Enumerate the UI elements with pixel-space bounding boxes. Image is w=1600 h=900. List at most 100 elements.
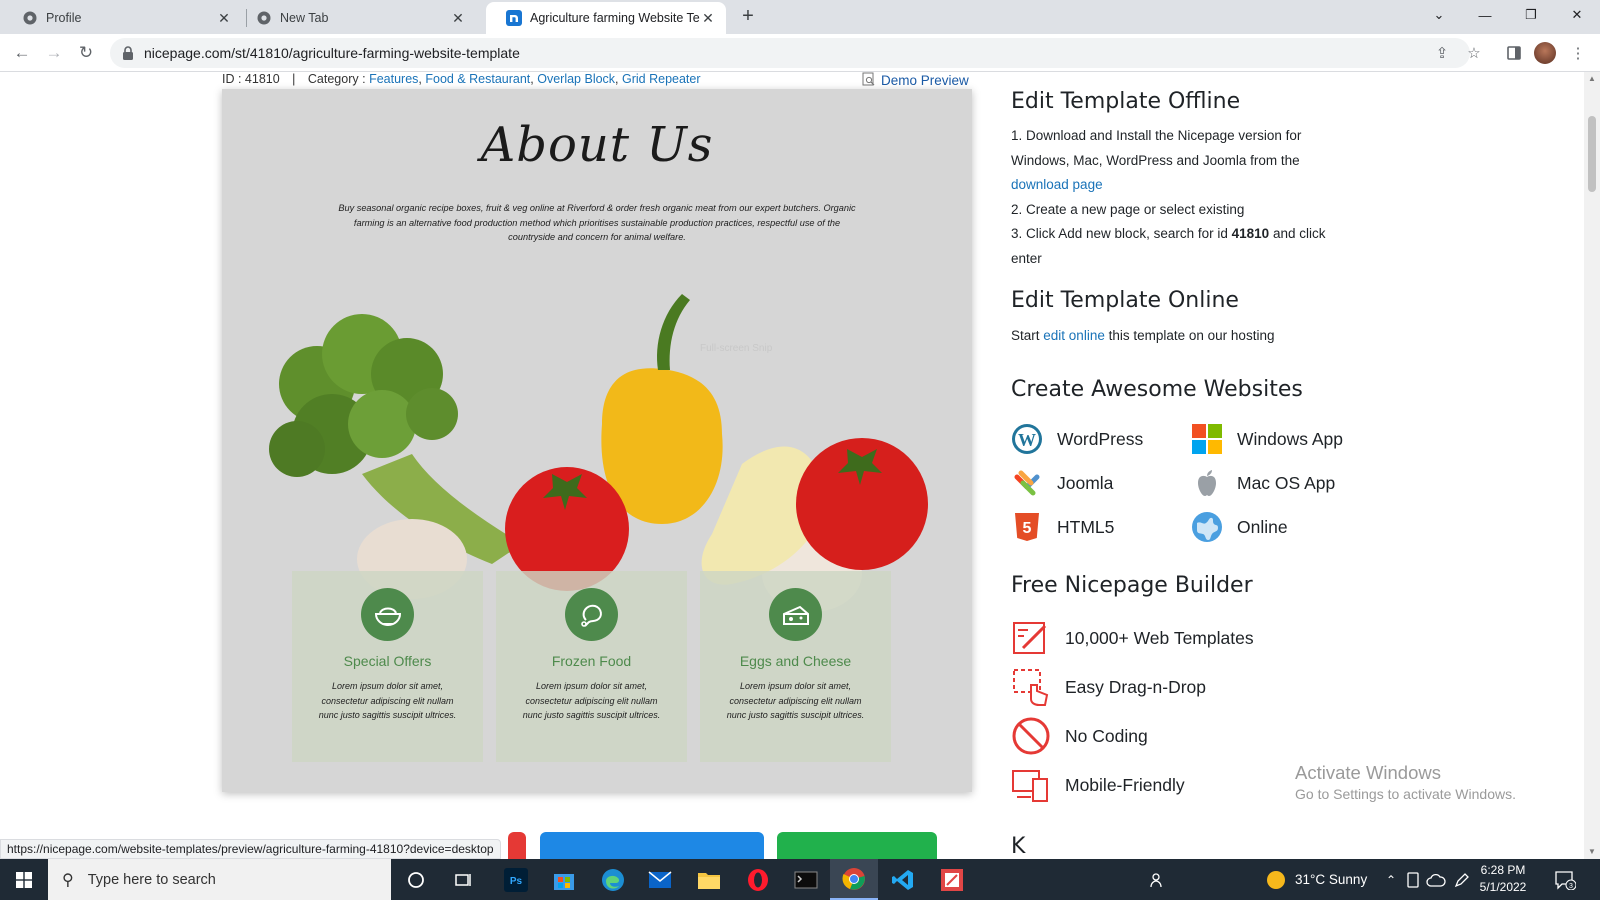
scroll-down-icon[interactable]: ▼ bbox=[1584, 845, 1600, 859]
download-page-link[interactable]: download page bbox=[1011, 177, 1103, 192]
edit-offline-heading: Edit Template Offline bbox=[1011, 89, 1241, 114]
step3-id: 41810 bbox=[1231, 226, 1270, 241]
app-windows[interactable]: Windows App bbox=[1191, 423, 1343, 455]
scroll-up-icon[interactable]: ▲ bbox=[1584, 72, 1600, 86]
category-link-features[interactable]: Features bbox=[369, 72, 418, 86]
back-arrow-icon[interactable]: ← bbox=[9, 40, 35, 66]
weather-widget[interactable]: 31°C Sunny bbox=[1266, 859, 1367, 900]
chrome-icon bbox=[256, 10, 272, 26]
step3-text: 3. Click Add new block, search for id bbox=[1011, 226, 1228, 241]
network-cloud-icon[interactable] bbox=[1426, 859, 1446, 900]
offline-step-2: 2. Create a new page or select existing bbox=[1011, 201, 1245, 217]
close-window-icon[interactable]: ✕ bbox=[1554, 0, 1600, 30]
page-scrollbar[interactable]: ▲ ▼ bbox=[1584, 72, 1600, 859]
app-joomla[interactable]: Joomla bbox=[1011, 467, 1113, 499]
restore-icon[interactable]: ❐ bbox=[1508, 0, 1554, 30]
terminal-icon[interactable] bbox=[782, 859, 830, 900]
opera-icon[interactable] bbox=[734, 859, 782, 900]
lock-icon bbox=[122, 46, 134, 60]
category-link-overlap[interactable]: Overlap Block bbox=[537, 72, 615, 86]
category-link-grid[interactable]: Grid Repeater bbox=[622, 72, 701, 86]
show-hidden-icons-chevron[interactable]: ⌃ bbox=[1386, 859, 1396, 900]
vegetables-illustration: Full-screen Snip bbox=[269, 294, 928, 612]
clock-time: 6:28 PM bbox=[1480, 863, 1526, 877]
snip-watermark: Full-screen Snip bbox=[700, 343, 773, 354]
file-explorer-icon[interactable] bbox=[685, 859, 733, 900]
app-label: Joomla bbox=[1057, 472, 1114, 493]
tab-title: New Tab bbox=[280, 11, 329, 25]
about-us-text: Buy seasonal organic recipe boxes, fruit… bbox=[338, 203, 856, 242]
snipping-tool-icon[interactable] bbox=[928, 859, 976, 900]
scrollbar-thumb[interactable] bbox=[1588, 116, 1596, 192]
app-macos[interactable]: Mac OS App bbox=[1191, 467, 1335, 499]
app-online[interactable]: Online bbox=[1191, 511, 1288, 543]
app-label: Mac OS App bbox=[1237, 472, 1336, 493]
cortana-icon[interactable] bbox=[392, 859, 440, 900]
taskbar-search-box[interactable]: ⚲ Type here to search bbox=[48, 859, 391, 900]
feature-drag-drop: Easy Drag-n-Drop bbox=[1011, 667, 1206, 707]
microsoft-store-icon[interactable] bbox=[540, 859, 588, 900]
feature-mobile-friendly: Mobile-Friendly bbox=[1011, 765, 1185, 805]
browser-toolbar: ← → ↻ nicepage.com/st/41810/agriculture-… bbox=[0, 34, 1600, 72]
html5-icon: 5 bbox=[1011, 511, 1043, 543]
close-tab-icon[interactable]: ✕ bbox=[216, 10, 232, 26]
side-panel-icon[interactable] bbox=[1502, 41, 1526, 65]
nicepage-icon bbox=[506, 10, 522, 26]
chrome-taskbar-icon[interactable] bbox=[830, 859, 878, 900]
tab-profile[interactable]: Profile ✕ bbox=[2, 2, 242, 34]
tab-search-chevron-icon[interactable]: ⌄ bbox=[1416, 0, 1462, 30]
reload-icon[interactable]: ↻ bbox=[73, 40, 99, 66]
tab-new-tab[interactable]: New Tab ✕ bbox=[236, 2, 476, 34]
feature-label: Mobile-Friendly bbox=[1065, 774, 1185, 795]
windows-start-icon[interactable] bbox=[0, 859, 48, 900]
card-title: Eggs and Cheese bbox=[739, 653, 852, 669]
new-tab-button[interactable]: + bbox=[737, 6, 759, 28]
svg-text:Ps: Ps bbox=[510, 876, 523, 887]
drag-drop-icon bbox=[1013, 669, 1049, 706]
card-text: Lorem ipsum dolor sit amet, consectetur … bbox=[726, 681, 865, 720]
task-view-icon[interactable] bbox=[440, 859, 488, 900]
partial-red-button[interactable] bbox=[508, 832, 526, 859]
taskbar-clock[interactable]: 6:28 PM 5/1/2022 bbox=[1468, 862, 1538, 896]
cheese-icon bbox=[769, 588, 822, 641]
template-preview-image[interactable]: About Us Buy seasonal organic recipe box… bbox=[222, 89, 972, 792]
close-tab-icon[interactable]: ✕ bbox=[700, 10, 716, 26]
vscode-icon[interactable] bbox=[879, 859, 927, 900]
demo-preview-link[interactable]: Demo Preview bbox=[862, 72, 969, 89]
card-title: Frozen Food bbox=[551, 653, 632, 669]
app-html5[interactable]: 5 HTML5 bbox=[1011, 511, 1114, 543]
tablet-icon[interactable] bbox=[1406, 859, 1420, 900]
globe-icon bbox=[1191, 511, 1223, 543]
profile-avatar[interactable] bbox=[1534, 42, 1556, 64]
feature-card-eggs-cheese: Eggs and Cheese Lorem ipsum dolor sit am… bbox=[700, 571, 891, 762]
bookmark-star-icon[interactable]: ☆ bbox=[1462, 41, 1486, 65]
mail-icon[interactable] bbox=[636, 859, 684, 900]
feature-label: 10,000+ Web Templates bbox=[1065, 627, 1254, 648]
svg-text:5: 5 bbox=[1023, 520, 1032, 537]
partial-blue-button[interactable] bbox=[540, 832, 764, 859]
app-wordpress[interactable]: W WordPress bbox=[1011, 423, 1143, 455]
forward-arrow-icon[interactable]: → bbox=[41, 40, 67, 66]
weather-text: 31°C Sunny bbox=[1295, 872, 1368, 887]
page-content: ID : 41810 | Category : Features, Food &… bbox=[0, 72, 1584, 859]
notification-count: 3 bbox=[1569, 883, 1573, 890]
share-icon[interactable]: ⇪ bbox=[1430, 41, 1454, 65]
partial-green-button[interactable] bbox=[777, 832, 937, 859]
tab-agriculture-template[interactable]: Agriculture farming Website Tem ✕ bbox=[486, 2, 726, 34]
clock-date: 5/1/2022 bbox=[1479, 880, 1527, 894]
people-icon[interactable] bbox=[1150, 859, 1166, 900]
edit-online-link[interactable]: edit online bbox=[1043, 328, 1105, 343]
category-link-food[interactable]: Food & Restaurant bbox=[425, 72, 530, 86]
card-text: Lorem ipsum dolor sit amet, consectetur … bbox=[522, 681, 661, 720]
tab-title: Agriculture farming Website Tem bbox=[530, 11, 700, 25]
close-tab-icon[interactable]: ✕ bbox=[450, 10, 466, 26]
address-bar[interactable]: nicepage.com/st/41810/agriculture-farmin… bbox=[110, 38, 1470, 68]
tab-title: Profile bbox=[46, 11, 82, 25]
browser-menu-icon[interactable]: ⋮ bbox=[1570, 41, 1586, 65]
edge-browser-icon[interactable] bbox=[589, 859, 637, 900]
notifications-icon[interactable]: 3 bbox=[1554, 859, 1576, 900]
sun-icon bbox=[1267, 870, 1285, 889]
tab-strip: Profile ✕ New Tab ✕ Agriculture farming … bbox=[0, 0, 1600, 34]
minimize-icon[interactable]: — bbox=[1462, 0, 1508, 30]
photoshop-icon[interactable]: Ps bbox=[492, 859, 540, 900]
